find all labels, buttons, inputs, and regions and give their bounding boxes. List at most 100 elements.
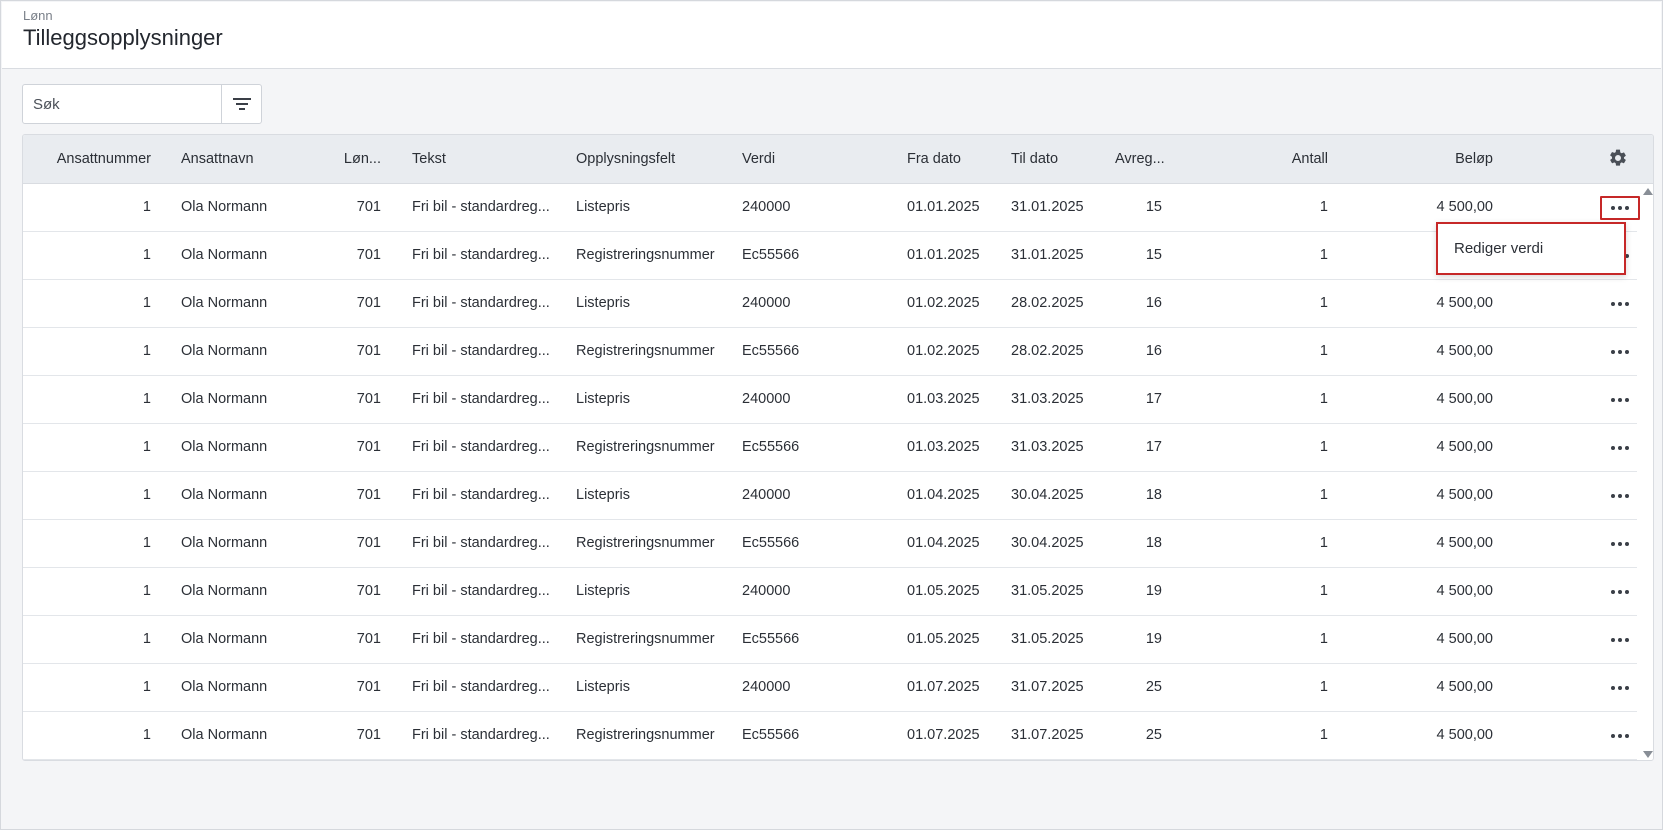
cell-avregning: 25 bbox=[1145, 727, 1162, 743]
column-header-avregning[interactable]: Avreg... bbox=[1115, 151, 1175, 167]
cell-antall: 1 bbox=[1319, 295, 1328, 311]
table-row[interactable]: 1 Ola Normann 701 Fri bil - standardreg... R… bbox=[23, 232, 1637, 280]
row-actions-button[interactable] bbox=[1600, 628, 1640, 652]
cell-fra-dato: 01.07.2025 bbox=[907, 727, 980, 743]
cell-belop: 4 500,00 bbox=[1436, 439, 1493, 455]
more-horizontal-icon bbox=[1611, 638, 1615, 642]
cell-ansattnummer: 1 bbox=[142, 295, 151, 311]
cell-verdi: Ec55566 bbox=[742, 343, 800, 359]
table-row[interactable]: 1 Ola Normann 701 Fri bil - standardreg... R… bbox=[23, 520, 1637, 568]
cell-ansattnavn: Ola Normann bbox=[181, 247, 268, 263]
cell-lonnsart: 701 bbox=[356, 535, 381, 551]
column-header-tekst[interactable]: Tekst bbox=[412, 151, 562, 167]
column-header-verdi[interactable]: Verdi bbox=[742, 151, 892, 167]
cell-ansattnavn: Ola Normann bbox=[181, 391, 268, 407]
table-row[interactable]: 1 Ola Normann 701 Fri bil - standardreg... L… bbox=[23, 472, 1637, 520]
column-header-ansattnummer[interactable]: Ansattnummer bbox=[43, 151, 151, 167]
column-header-belop[interactable]: Beløp bbox=[1373, 151, 1493, 167]
gear-icon bbox=[1610, 149, 1626, 166]
table-row[interactable]: 1 Ola Normann 701 Fri bil - standardreg... R… bbox=[23, 328, 1637, 376]
cell-ansattnummer: 1 bbox=[142, 535, 151, 551]
row-actions-button[interactable] bbox=[1600, 340, 1640, 364]
cell-opplysningsfelt: Listepris bbox=[576, 583, 630, 599]
scroll-down-icon[interactable] bbox=[1643, 751, 1653, 758]
column-header-fra-dato[interactable]: Fra dato bbox=[907, 151, 1007, 167]
column-settings-button[interactable] bbox=[1608, 148, 1630, 170]
more-horizontal-icon bbox=[1611, 206, 1615, 210]
cell-tekst: Fri bil - standardreg... bbox=[412, 391, 550, 407]
breadcrumb[interactable]: Lønn bbox=[23, 8, 53, 23]
cell-ansattnavn: Ola Normann bbox=[181, 439, 268, 455]
table-row[interactable]: 1 Ola Normann 701 Fri bil - standardreg... R… bbox=[23, 712, 1637, 760]
cell-antall: 1 bbox=[1319, 487, 1328, 503]
column-header-lonnsart[interactable]: Løn... bbox=[323, 151, 381, 167]
cell-ansattnavn: Ola Normann bbox=[181, 631, 268, 647]
row-context-menu: Rediger verdi bbox=[1436, 222, 1626, 275]
more-horizontal-icon bbox=[1611, 686, 1615, 690]
cell-ansattnavn: Ola Normann bbox=[181, 343, 268, 359]
cell-verdi: 240000 bbox=[742, 199, 791, 215]
cell-avregning: 19 bbox=[1145, 631, 1162, 647]
cell-antall: 1 bbox=[1319, 535, 1328, 551]
row-actions-button[interactable] bbox=[1600, 436, 1640, 460]
cell-avregning: 19 bbox=[1145, 583, 1162, 599]
row-actions-button[interactable] bbox=[1600, 292, 1640, 316]
cell-ansattnummer: 1 bbox=[142, 679, 151, 695]
search-input[interactable] bbox=[23, 85, 221, 123]
cell-tekst: Fri bil - standardreg... bbox=[412, 535, 550, 551]
cell-tekst: Fri bil - standardreg... bbox=[412, 439, 550, 455]
cell-ansattnavn: Ola Normann bbox=[181, 199, 268, 215]
cell-ansattnavn: Ola Normann bbox=[181, 727, 268, 743]
cell-fra-dato: 01.07.2025 bbox=[907, 679, 980, 695]
cell-avregning: 15 bbox=[1145, 247, 1162, 263]
cell-fra-dato: 01.03.2025 bbox=[907, 439, 980, 455]
cell-fra-dato: 01.02.2025 bbox=[907, 343, 980, 359]
column-header-til-dato[interactable]: Til dato bbox=[1011, 151, 1111, 167]
filter-button[interactable] bbox=[221, 85, 261, 123]
row-actions-button[interactable] bbox=[1600, 388, 1640, 412]
cell-tekst: Fri bil - standardreg... bbox=[412, 727, 550, 743]
cell-belop: 4 500,00 bbox=[1436, 343, 1493, 359]
cell-avregning: 17 bbox=[1145, 391, 1162, 407]
cell-opplysningsfelt: Registreringsnummer bbox=[576, 535, 715, 551]
cell-opplysningsfelt: Listepris bbox=[576, 295, 630, 311]
cell-avregning: 16 bbox=[1145, 343, 1162, 359]
scroll-up-icon[interactable] bbox=[1643, 188, 1653, 195]
data-grid: Ansattnummer Ansattnavn Løn... Tekst Opp… bbox=[22, 134, 1654, 761]
table-row[interactable]: 1 Ola Normann 701 Fri bil - standardreg... L… bbox=[23, 376, 1637, 424]
cell-lonnsart: 701 bbox=[356, 727, 381, 743]
cell-belop: 4 500,00 bbox=[1436, 295, 1493, 311]
row-actions-button[interactable] bbox=[1600, 532, 1640, 556]
table-row[interactable]: 1 Ola Normann 701 Fri bil - standardreg... L… bbox=[23, 280, 1637, 328]
cell-verdi: 240000 bbox=[742, 391, 791, 407]
app-frame: Lønn Tilleggsopplysninger Ansattnummer A… bbox=[0, 0, 1663, 830]
cell-verdi: 240000 bbox=[742, 487, 791, 503]
row-actions-button[interactable] bbox=[1600, 580, 1640, 604]
row-actions-button[interactable] bbox=[1600, 484, 1640, 508]
cell-tekst: Fri bil - standardreg... bbox=[412, 199, 550, 215]
table-row[interactable]: 1 Ola Normann 701 Fri bil - standardreg... L… bbox=[23, 664, 1637, 712]
row-actions-button[interactable] bbox=[1600, 196, 1640, 220]
column-header-opplysningsfelt[interactable]: Opplysningsfelt bbox=[576, 151, 726, 167]
table-row[interactable]: 1 Ola Normann 701 Fri bil - standardreg... L… bbox=[23, 184, 1640, 232]
column-header-ansattnavn[interactable]: Ansattnavn bbox=[181, 151, 321, 167]
table-row[interactable]: 1 Ola Normann 701 Fri bil - standardreg... R… bbox=[23, 616, 1637, 664]
cell-fra-dato: 01.03.2025 bbox=[907, 391, 980, 407]
cell-belop: 4 500,00 bbox=[1436, 487, 1493, 503]
cell-lonnsart: 701 bbox=[356, 439, 381, 455]
table-row[interactable]: 1 Ola Normann 701 Fri bil - standardreg... R… bbox=[23, 424, 1637, 472]
cell-verdi: 240000 bbox=[742, 583, 791, 599]
vertical-scrollbar[interactable] bbox=[1639, 184, 1653, 760]
menu-item-rediger-verdi[interactable]: Rediger verdi bbox=[1454, 240, 1543, 257]
cell-fra-dato: 01.02.2025 bbox=[907, 295, 980, 311]
row-actions-button[interactable] bbox=[1600, 724, 1640, 748]
search-box bbox=[22, 84, 262, 124]
cell-opplysningsfelt: Registreringsnummer bbox=[576, 343, 715, 359]
cell-antall: 1 bbox=[1319, 439, 1328, 455]
cell-antall: 1 bbox=[1319, 391, 1328, 407]
cell-tekst: Fri bil - standardreg... bbox=[412, 343, 550, 359]
column-header-antall[interactable]: Antall bbox=[1228, 151, 1328, 167]
row-actions-button[interactable] bbox=[1600, 676, 1640, 700]
table-row[interactable]: 1 Ola Normann 701 Fri bil - standardreg... L… bbox=[23, 568, 1637, 616]
cell-avregning: 18 bbox=[1145, 535, 1162, 551]
